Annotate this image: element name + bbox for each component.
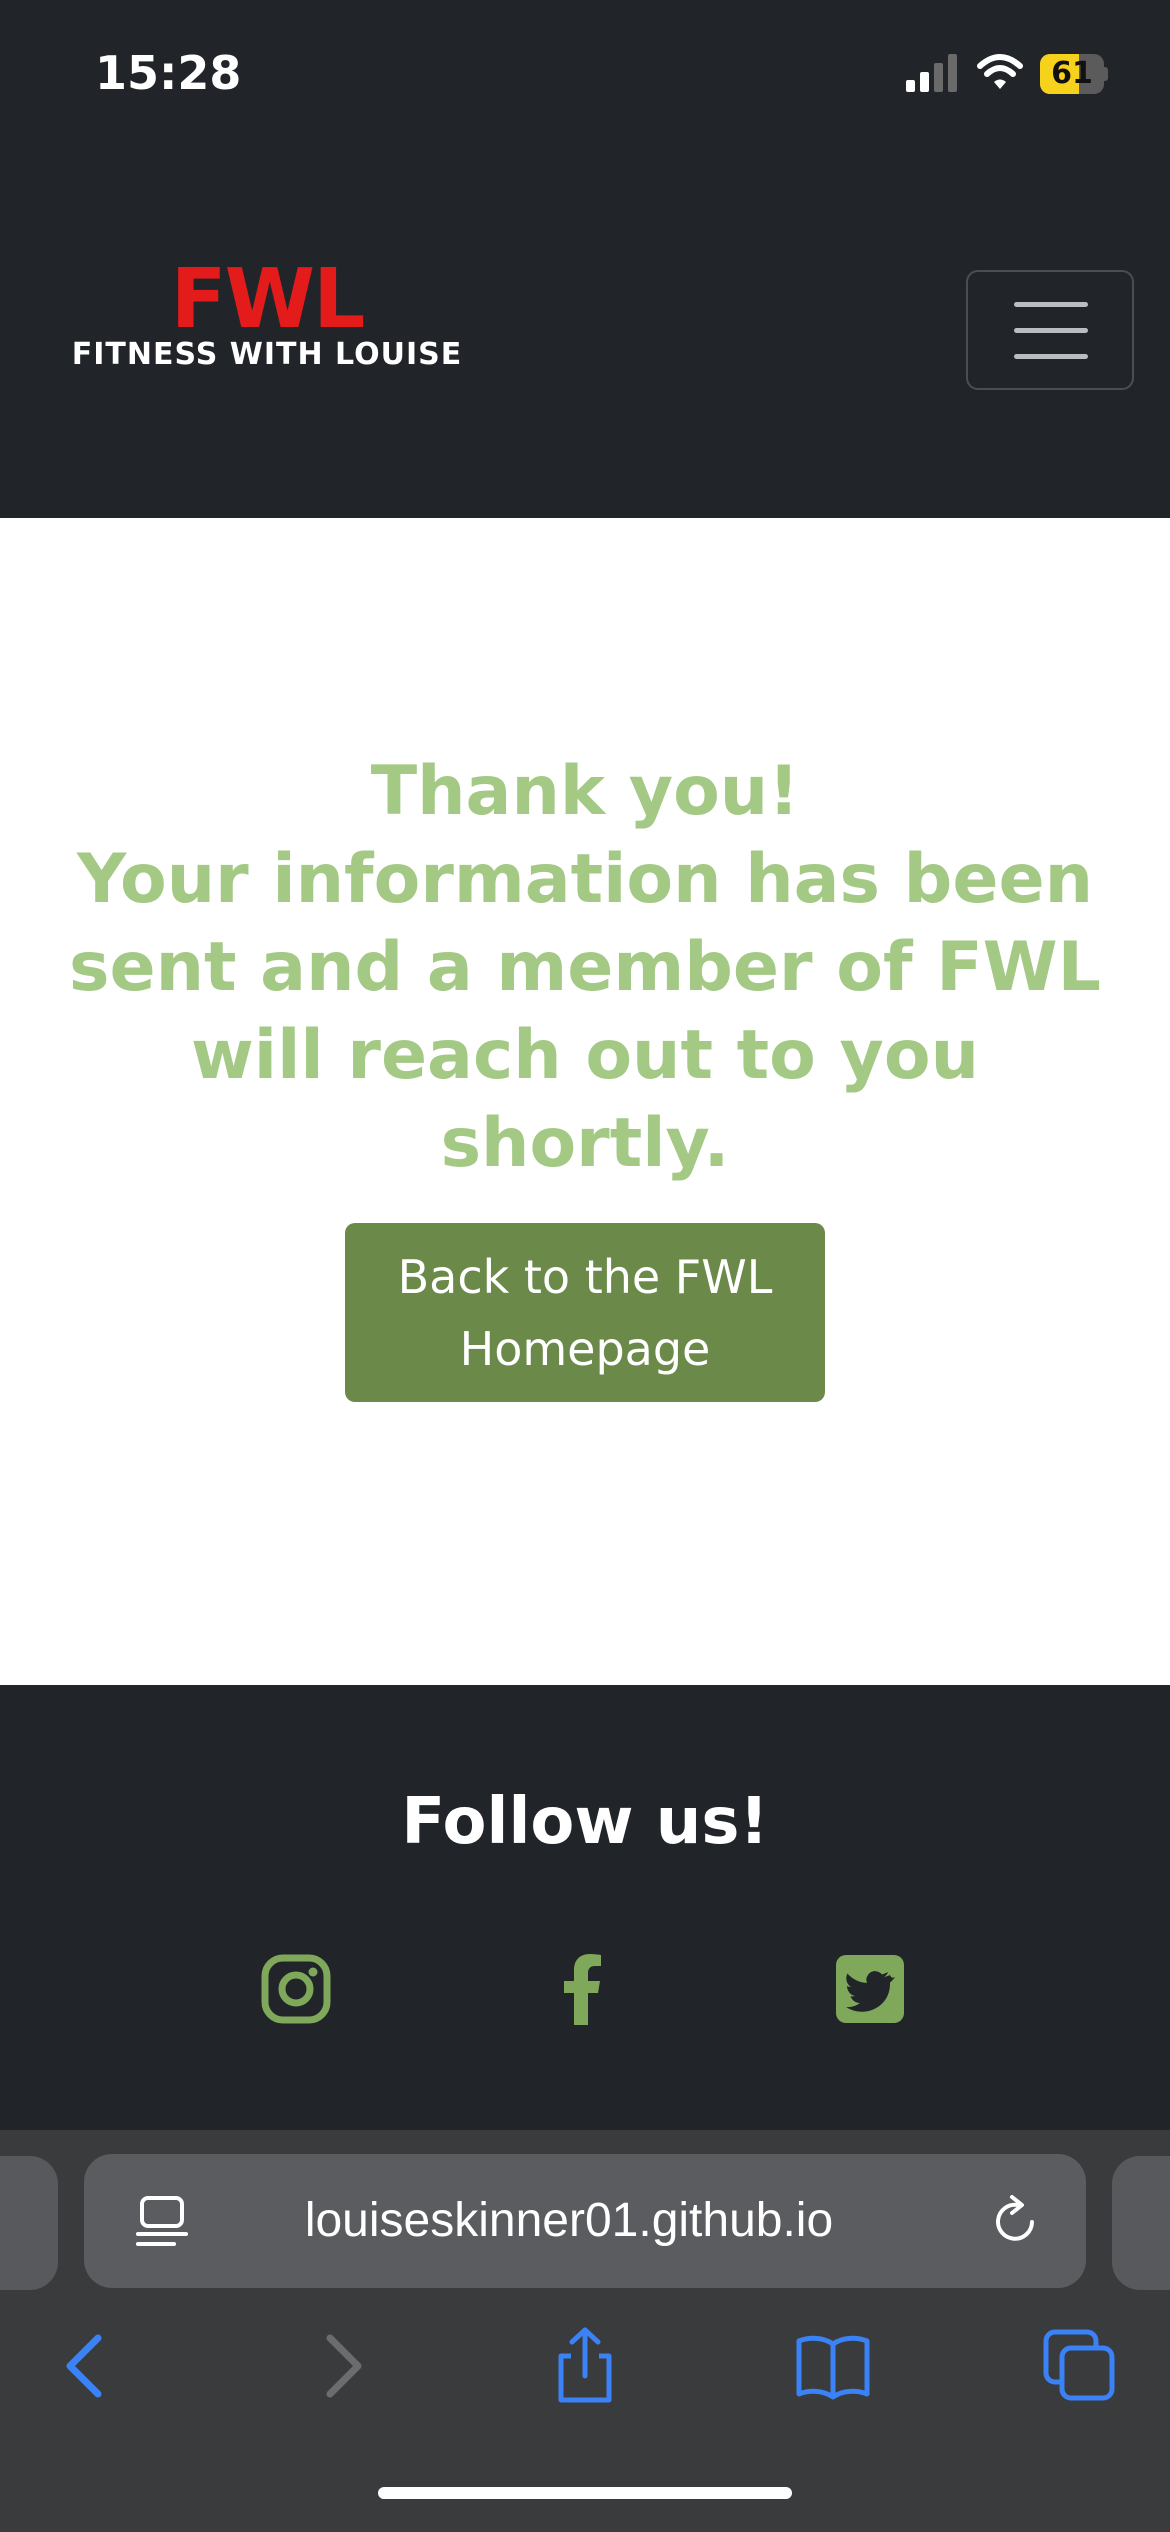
page-menu-icon[interactable]	[134, 2192, 190, 2252]
back-icon[interactable]	[48, 2326, 128, 2406]
status-bar: 15:28 61	[0, 0, 1170, 150]
reload-icon[interactable]	[988, 2192, 1044, 2250]
battery-level: 61	[1051, 56, 1093, 91]
home-indicator	[378, 2487, 792, 2499]
battery-icon: 61	[1040, 54, 1108, 94]
footer: Follow us!	[0, 1685, 1170, 2130]
address-bar[interactable]: louiseskinner01.github.io	[84, 2154, 1086, 2288]
forward-icon[interactable]	[300, 2326, 380, 2406]
thank-you-title: Thank you!	[370, 752, 800, 831]
main-content: Thank you! Your information has been sen…	[0, 518, 1170, 1685]
battery-nub	[1104, 67, 1108, 81]
adjacent-tab-left[interactable]	[0, 2156, 58, 2290]
twitter-icon[interactable]	[834, 1953, 906, 2025]
navbar-toggler-button[interactable]	[966, 270, 1134, 390]
tabs-icon[interactable]	[1040, 2326, 1120, 2406]
battery-body: 61	[1040, 54, 1104, 94]
browser-toolbar: louiseskinner01.github.io	[0, 2130, 1170, 2532]
facebook-icon[interactable]	[548, 1953, 620, 2025]
wifi-icon	[977, 54, 1023, 89]
bookmarks-icon[interactable]	[793, 2326, 873, 2406]
url-text[interactable]: louiseskinner01.github.io	[284, 2154, 854, 2288]
logo-subtitle: FITNESS WITH LOUISE	[71, 337, 463, 372]
share-icon[interactable]	[545, 2326, 625, 2406]
thank-you-message: Thank you! Your information has been sen…	[40, 748, 1130, 1188]
back-to-homepage-button[interactable]: Back to the FWL Homepage	[345, 1223, 825, 1402]
site-logo[interactable]: FWL FITNESS WITH LOUISE	[52, 252, 482, 385]
thank-you-body: Your information has been sent and a mem…	[69, 840, 1101, 1183]
navbar: FWL FITNESS WITH LOUISE	[0, 150, 1170, 518]
logo-mark: FWL	[170, 252, 366, 347]
status-time: 15:28	[95, 46, 242, 100]
adjacent-tab-right[interactable]	[1112, 2156, 1170, 2290]
instagram-icon[interactable]	[260, 1953, 332, 2025]
follow-us-heading: Follow us!	[401, 1785, 769, 1859]
signal-icon	[906, 54, 957, 92]
